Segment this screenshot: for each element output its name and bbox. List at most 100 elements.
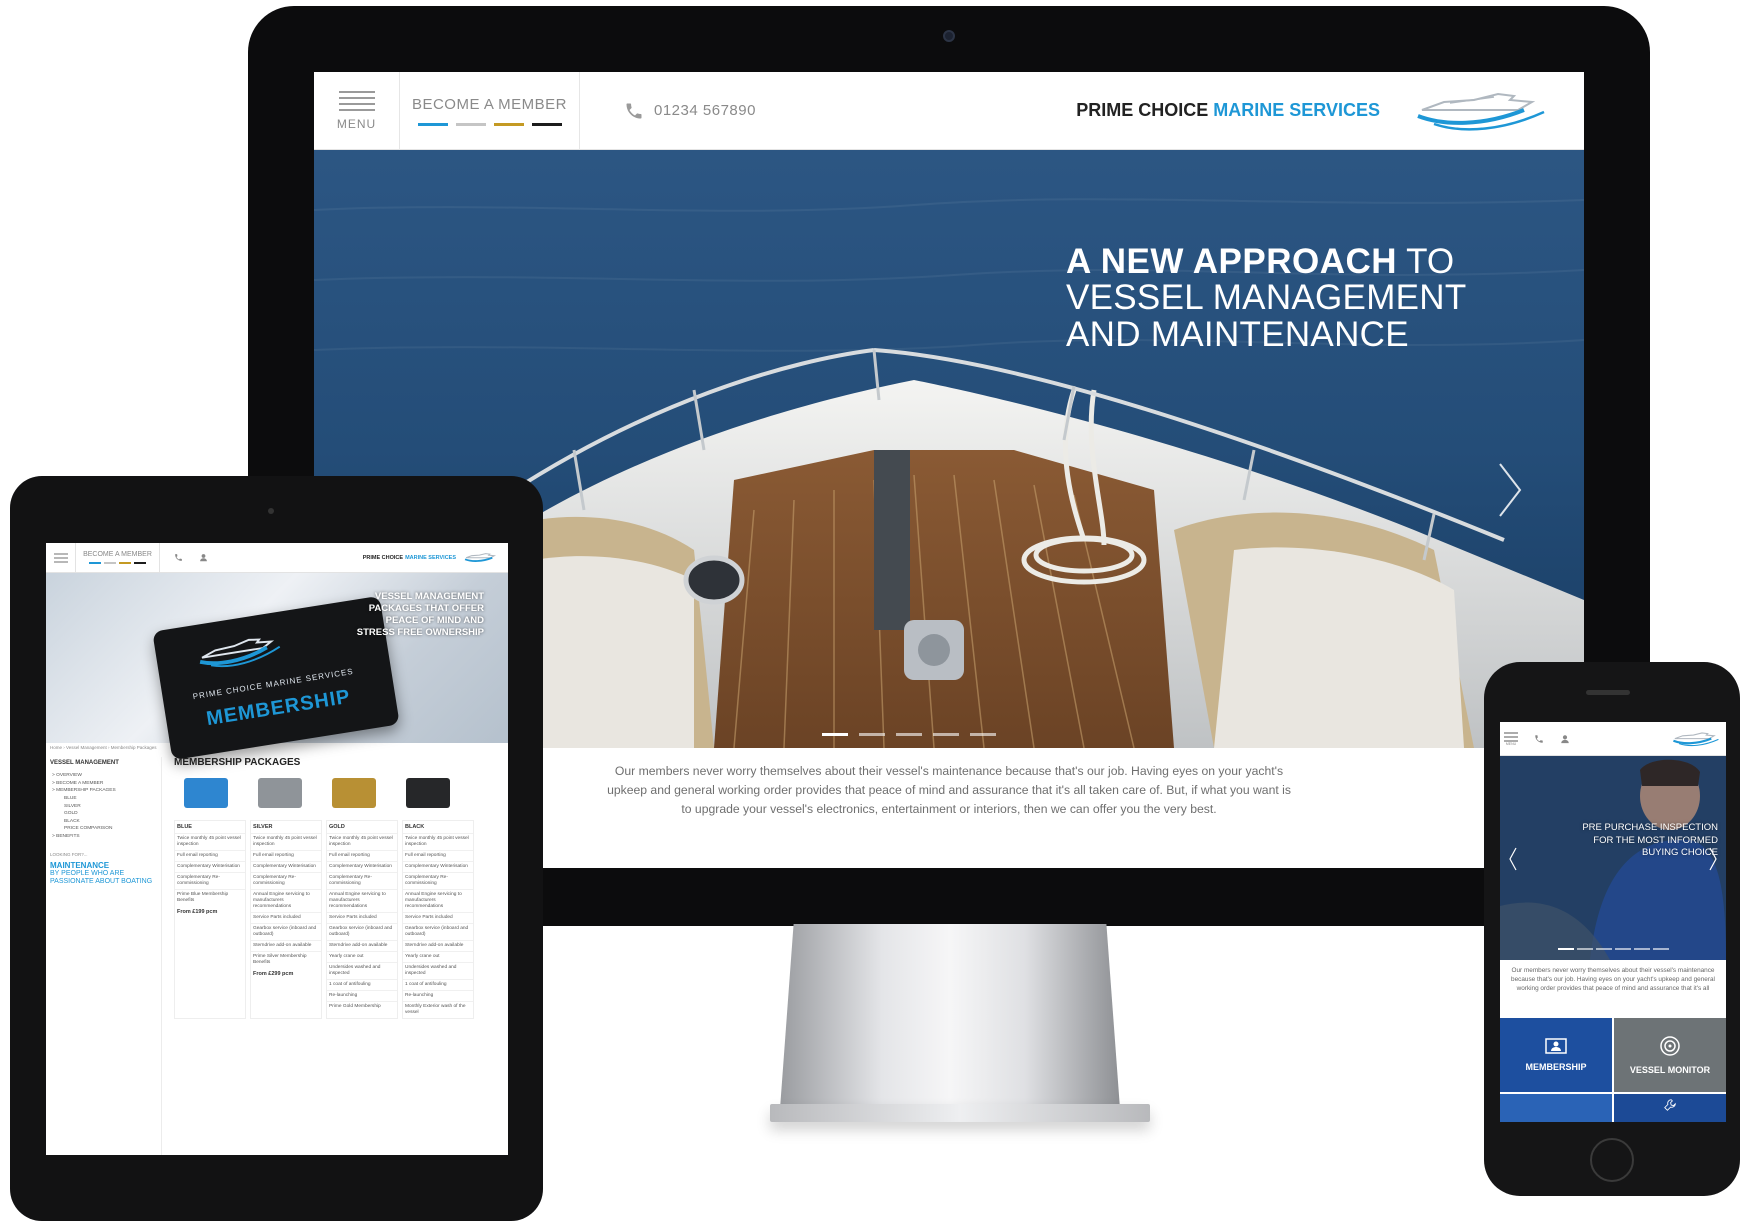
membership-tile-label: MEMBERSHIP [1525,1062,1587,1072]
package-feature-cell: Sterndrive add-on available [403,940,473,951]
tier-bar-black [531,122,562,126]
tablet-menu-button[interactable] [46,543,76,573]
phone-icon[interactable] [1534,734,1544,744]
slide-dot[interactable] [1615,948,1631,950]
blue-card-thumb[interactable] [184,778,228,808]
slide-dot[interactable] [970,733,996,736]
tier-bar-silver [104,562,116,564]
slide-dot[interactable] [1653,948,1669,950]
tablet-hero: PRIME CHOICE MARINE SERVICES MEMBERSHIP … [46,573,508,761]
tablet-brand-accent: MARINE SERVICES [405,554,456,561]
menu-button[interactable]: MENU [314,72,400,150]
package-feature-cell: Twice monthly 45 point vessel inspection [403,833,473,850]
id-card-icon [1545,1038,1567,1054]
iphone-speaker [1586,690,1630,695]
iphone-home-button[interactable] [1590,1138,1634,1182]
tile-partial-1[interactable] [1500,1094,1612,1122]
chevron-right-icon[interactable] [1708,846,1718,872]
tablet-nav-icons [174,553,208,562]
user-icon[interactable] [1560,734,1570,744]
phone-slider-pagination [1558,948,1669,950]
phone-link[interactable]: 01234 567890 [624,101,756,121]
sidebar-subitem-blue[interactable]: BLUE [46,795,161,803]
hero-bold: A NEW APPROACH [1066,242,1398,281]
sidebar-subitem-price-comparison[interactable]: PRICE COMPARISON [46,825,161,833]
slide-dot[interactable] [1577,948,1593,950]
phone-menu-button[interactable]: MENU [1500,722,1522,756]
package-feature-cell: Complementary Winterisation [403,861,473,872]
package-feature-cell: Yearly crane out [403,951,473,962]
sidebar-item-membership-packages[interactable]: > MEMBERSHIP PACKAGES [46,787,161,795]
slide-dot[interactable] [859,733,885,736]
slide-dot[interactable] [933,733,959,736]
package-feature-cell: Prime Silver Membership Benefits [251,951,321,968]
package-feature-cell: Complementary Re-commissioning [327,872,397,889]
sidebar-subitem-gold[interactable]: GOLD [46,810,161,818]
package-feature-cell: Prime Blue Membership Benefits [175,889,245,906]
package-feature-cell: Prime Gold Membership [327,1001,397,1012]
sidebar-item-overview[interactable]: > OVERVIEW [46,772,161,780]
slide-dot[interactable] [896,733,922,736]
vessel-monitor-tile-label: VESSEL MONITOR [1629,1065,1711,1075]
slide-dot[interactable] [1596,948,1612,950]
become-member-link[interactable]: BECOME A MEMBER [400,72,580,150]
tier-bar-gold [119,562,131,564]
package-feature-cell: Service Parts included [403,912,473,923]
package-feature-cell: Annual Engine servicing to manufacturers… [403,889,473,912]
tablet-navbar: BECOME A MEMBER PRIME CHOICE MARINE SERVI… [46,543,508,573]
user-icon[interactable] [199,553,208,562]
package-feature-cell: Sterndrive add-on available [327,940,397,951]
hamburger-icon [1504,731,1518,742]
sidebar-subitem-silver[interactable]: SILVER [46,802,161,810]
yacht-logo-icon[interactable] [1672,729,1722,749]
phone-menu-label: MENU [1505,741,1517,746]
package-feature-cell: Gearbox service (inboard and outboard) [251,923,321,940]
slide-dot[interactable] [1634,948,1650,950]
chevron-left-icon[interactable] [1508,846,1518,872]
tablet-brand-name: PRIME CHOICE [362,554,404,561]
tier-bar-blue [417,122,448,126]
package-feature-cell: Re-launching [327,990,397,1001]
chevron-right-icon[interactable] [1494,460,1524,520]
hero-line-3: AND MAINTENANCE [1066,314,1409,354]
tablet-become-member-link[interactable]: BECOME A MEMBER [76,543,160,573]
package-feature-cell: Annual Engine servicing to manufacturers… [327,889,397,912]
tile-partial-2[interactable] [1614,1094,1726,1122]
slide-dot[interactable] [1558,948,1574,950]
promo-title[interactable]: MAINTENANCE [46,861,161,870]
membership-tile[interactable]: MEMBERSHIP [1500,1018,1612,1092]
tablet-sidebar: VESSEL MANAGEMENT > OVERVIEW > BECOME A … [46,757,162,1155]
package-price: From £199 pcm [177,909,218,915]
package-feature-cell: Complementary Re-commissioning [175,872,245,889]
become-member-label: BECOME A MEMBER [411,95,568,113]
phone-icon[interactable] [174,553,183,562]
promo-subtitle: BY PEOPLE WHO ARE PASSIONATE ABOUT BOATI… [50,870,153,886]
slide-dot[interactable] [822,733,848,736]
package-feature-cell: Monthly Exterior wash of the vessel [403,1001,473,1018]
package-feature-cell: Sterndrive add-on available [251,940,321,951]
package-feature-cell: Full email reporting [251,850,321,861]
membership-tier-bars [89,562,146,564]
breadcrumb[interactable]: Home › Vessel Management › Membership Pa… [50,745,157,750]
sidebar-item-benefits[interactable]: > BENEFITS [46,833,161,841]
vessel-monitor-tile[interactable]: VESSEL MONITOR [1614,1018,1726,1092]
package-column-black: BLACK Twice monthly 45 point vessel inspe… [402,820,474,1019]
package-feature-cell: Twice monthly 45 point vessel inspection [327,833,397,850]
package-feature-cell: Twice monthly 45 point vessel inspection [175,833,245,850]
brand-logo-link[interactable]: PRIME CHOICE MARINE SERVICES [1076,86,1554,136]
package-feature-cell: Gearbox service (inboard and outboard) [327,923,397,940]
tier-bar-gold [493,122,524,126]
silver-card-thumb[interactable] [258,778,302,808]
phone-hero-text: PRE PURCHASE INSPECTION FOR THE MOST INF… [1582,822,1718,858]
gold-card-thumb[interactable] [332,778,376,808]
black-card-thumb[interactable] [406,778,450,808]
sidebar-item-become-member[interactable]: > BECOME A MEMBER [46,780,161,788]
package-column-header: BLACK [405,824,425,830]
tablet-become-member-label: BECOME A MEMBER [83,551,152,559]
sidebar-subitem-black[interactable]: BLACK [46,818,161,826]
yacht-logo-icon [1417,92,1545,131]
radar-icon [1660,1036,1680,1056]
tablet-brand-link[interactable]: PRIME CHOICE MARINE SERVICES [363,551,500,565]
package-column-silver: SILVER Twice monthly 45 point vessel insp… [250,820,322,1019]
tablet-screen: BECOME A MEMBER PRIME CHOICE MARINE SERVI… [46,543,508,1155]
